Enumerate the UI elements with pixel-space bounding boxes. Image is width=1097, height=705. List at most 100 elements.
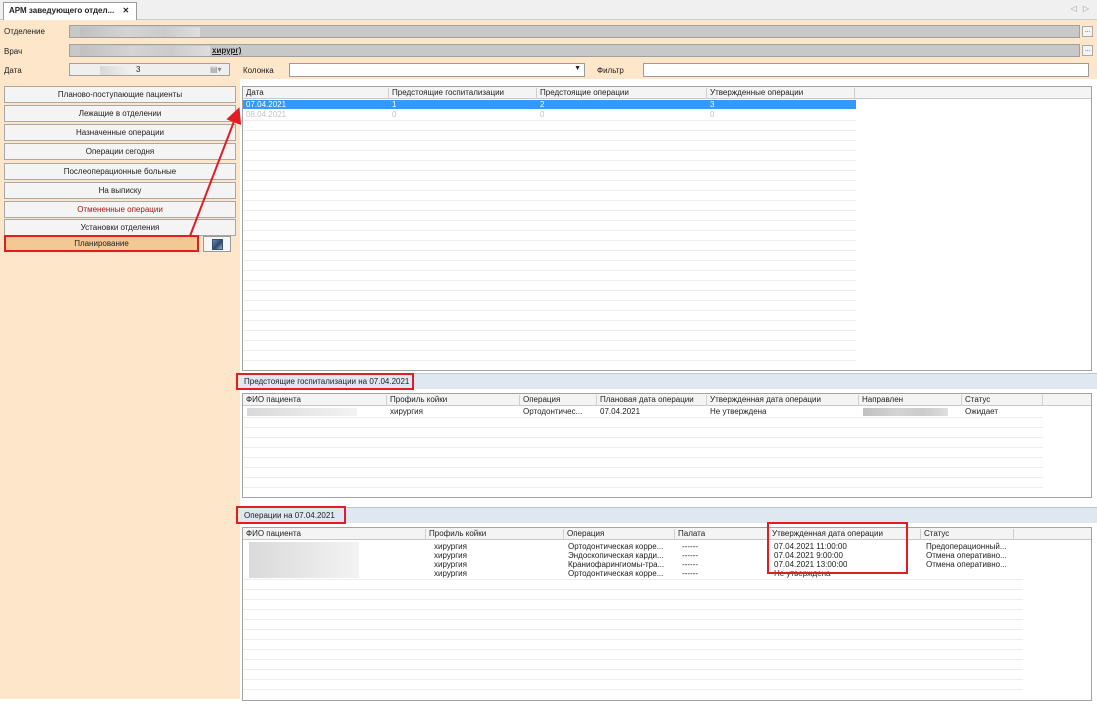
row-line <box>243 230 856 231</box>
cell: 2 <box>540 100 545 109</box>
operations-grid[interactable]: ФИО пациента Профиль койки Операция Пала… <box>242 527 1092 701</box>
row-line <box>243 417 1043 418</box>
tab-scroll-arrows-icon[interactable]: ◁ ▷ <box>1070 4 1091 13</box>
nav-assigned-operations[interactable]: Назначенные операции <box>4 124 236 141</box>
dept-ellipsis-button[interactable]: ... <box>1082 26 1093 37</box>
referrer-redacted <box>863 408 948 416</box>
cell: Не утверждена <box>774 569 831 578</box>
hospitalizations-title: Предстоящие госпитализации на 07.04.2021 <box>244 377 410 386</box>
col-header[interactable]: Профиль койки <box>426 529 564 540</box>
col-header[interactable]: Профиль койки <box>387 395 520 406</box>
nav-operations-today[interactable]: Операции сегодня <box>4 143 236 160</box>
tab-label: АРМ заведующего отдел... <box>9 6 115 15</box>
row-line <box>243 659 1023 660</box>
cell: хирургия <box>434 542 467 551</box>
table-row[interactable]: хирургия Эндоскопическая карди... ------… <box>243 551 1023 560</box>
row-line <box>243 150 856 151</box>
cell: 0 <box>392 110 397 119</box>
col-header[interactable]: ФИО пациента <box>243 395 387 406</box>
col-header[interactable]: ФИО пациента <box>243 529 426 540</box>
col-header[interactable]: Палата <box>675 529 769 540</box>
row-line <box>243 140 856 141</box>
row-line <box>243 599 1023 600</box>
col-header[interactable]: Статус <box>962 395 1043 406</box>
tab-arm-head[interactable]: АРМ заведующего отдел... ✕ <box>3 2 137 20</box>
cell: Предоперационный... <box>926 542 1007 551</box>
table-row[interactable]: хирургия Ортодонтическая корре... ------… <box>243 569 1023 578</box>
table-row[interactable]: 08.04.2021 0 0 0 <box>243 110 856 119</box>
doctor-field[interactable]: хирург) <box>69 44 1080 57</box>
planning-action-button[interactable] <box>203 236 231 252</box>
patient-name-redacted <box>247 408 357 416</box>
row-line <box>243 669 1023 670</box>
date-value-suffix: 3 <box>136 65 141 74</box>
row-line <box>243 120 856 121</box>
cell: хирургия <box>434 569 467 578</box>
cell: ------ <box>682 569 698 578</box>
col-header[interactable]: Утвержденная дата операции <box>707 395 859 406</box>
cell: Отмена оперативно... <box>926 560 1007 569</box>
row-line <box>243 200 856 201</box>
row-line <box>243 639 1023 640</box>
cell: 08.04.2021 <box>246 110 287 119</box>
chevron-down-icon[interactable]: ▼ <box>574 65 581 72</box>
col-header[interactable]: Дата <box>243 88 389 99</box>
nav-inpatients[interactable]: Лежащие в отделении <box>4 105 236 122</box>
cell: Ожидает <box>965 407 999 416</box>
table-row[interactable]: хирургия Краниофарингиомы-тра... ------ … <box>243 560 1023 569</box>
row-line <box>243 190 856 191</box>
row-line <box>243 300 856 301</box>
date-field[interactable]: 3 ▤▾ <box>69 63 230 76</box>
nav-discharge[interactable]: На выписку <box>4 182 236 199</box>
row-line <box>243 457 1043 458</box>
date-label: Дата <box>4 66 22 75</box>
col-header[interactable]: Предстоящие операции <box>537 88 707 99</box>
row-line <box>243 609 1023 610</box>
left-nav-panel: Планово-поступающие пациенты Лежащие в о… <box>0 79 240 699</box>
summary-grid[interactable]: Дата Предстоящие госпитализации Предстоя… <box>242 86 1092 371</box>
col-header[interactable]: Предстоящие госпитализации <box>389 88 537 99</box>
cell: хирургия <box>390 407 423 416</box>
filter-input[interactable] <box>643 63 1089 77</box>
col-header[interactable]: Операция <box>564 529 675 540</box>
dept-field[interactable] <box>69 25 1080 38</box>
col-header[interactable]: Направлен <box>859 395 962 406</box>
dept-value-redacted <box>80 27 200 37</box>
row-line <box>243 280 856 281</box>
row-line <box>243 360 856 361</box>
column-select[interactable]: ▼ <box>289 63 585 77</box>
dept-label: Отделение <box>4 27 45 36</box>
cell: 1 <box>392 100 397 109</box>
nav-planned-patients[interactable]: Планово-поступающие пациенты <box>4 86 236 103</box>
doctor-ellipsis-button[interactable]: ... <box>1082 45 1093 56</box>
row-line <box>243 679 1023 680</box>
cell: 3 <box>710 100 715 109</box>
col-header[interactable]: Операция <box>520 395 597 406</box>
cell: Не утверждена <box>710 407 767 416</box>
row-line <box>243 350 856 351</box>
cell: Эндоскопическая карди... <box>568 551 664 560</box>
row-line <box>243 437 1043 438</box>
col-header[interactable]: Статус <box>921 529 1014 540</box>
row-line <box>243 260 856 261</box>
close-icon[interactable]: ✕ <box>122 6 129 15</box>
cell: 07.04.2021 11:00:00 <box>774 542 847 551</box>
col-header[interactable]: Утвержденные операции <box>707 88 855 99</box>
hospitalizations-grid[interactable]: ФИО пациента Профиль койки Операция План… <box>242 393 1092 498</box>
row-line <box>243 220 856 221</box>
col-header[interactable]: Утвержденная дата операции <box>769 529 921 540</box>
table-row[interactable]: 07.04.2021 1 2 3 <box>243 100 856 109</box>
nav-postoperative[interactable]: Послеоперационные больные <box>4 163 236 180</box>
col-header[interactable]: Плановая дата операции <box>597 395 707 406</box>
cell: 0 <box>540 110 545 119</box>
table-row[interactable]: хирургия Ортодонтичес... 07.04.2021 Не у… <box>243 407 1043 416</box>
row-line <box>243 270 856 271</box>
cell: Ортодонтическая корре... <box>568 542 664 551</box>
doctor-value-suffix: хирург) <box>212 46 242 55</box>
nav-planning[interactable]: Планирование <box>4 235 199 252</box>
nav-department-settings[interactable]: Установки отделения <box>4 219 236 236</box>
calendar-icon[interactable]: ▤▾ <box>210 65 222 74</box>
nav-cancelled-operations[interactable]: Отмененные операции <box>4 201 236 218</box>
cell: 07.04.2021 9:00:00 <box>774 551 843 560</box>
table-row[interactable]: хирургия Ортодонтическая корре... ------… <box>243 542 1023 551</box>
